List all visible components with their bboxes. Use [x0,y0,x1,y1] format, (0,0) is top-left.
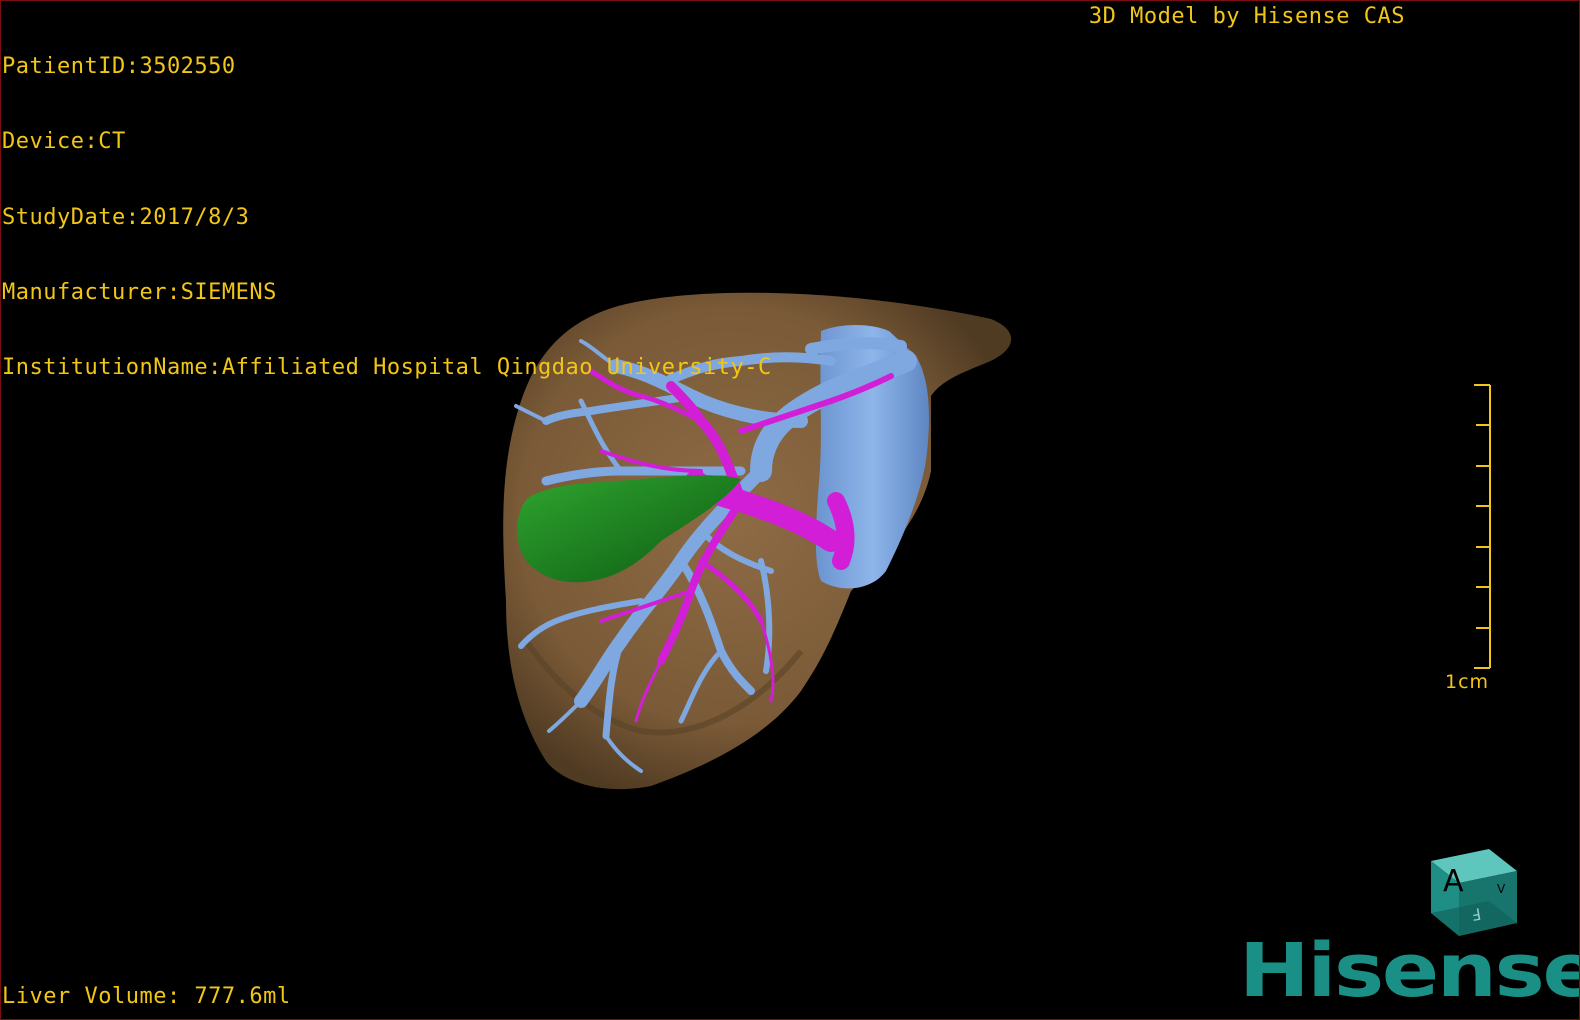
dicom-info-overlay: PatientID:3502550 Device:CT StudyDate:20… [2,4,772,430]
manufacturer-text: Manufacturer:SIEMENS [2,279,277,305]
cube-side-label: V [1497,882,1506,896]
scale-bar-label: 1cm [1445,671,1489,691]
device-text: Device:CT [2,129,126,155]
orientation-cube[interactable]: A F V [1419,841,1529,941]
study-date-text: StudyDate:2017/8/3 [2,204,250,230]
scale-bar: 1cm [1445,384,1491,691]
patient-id-text: PatientID:3502550 [2,54,236,79]
cube-front-label: A [1443,864,1464,899]
3d-viewport[interactable]: PatientID:3502550 Device:CT StudyDate:20… [0,0,1580,1020]
model-title: 3D Model by Hisense CAS [1088,4,1405,29]
liver-volume-text: Liver Volume: 777.6ml [2,984,291,1009]
institution-text: InstitutionName:Affiliated Hospital Qing… [2,355,772,381]
hisense-logo: Hisense [1239,928,1580,1014]
